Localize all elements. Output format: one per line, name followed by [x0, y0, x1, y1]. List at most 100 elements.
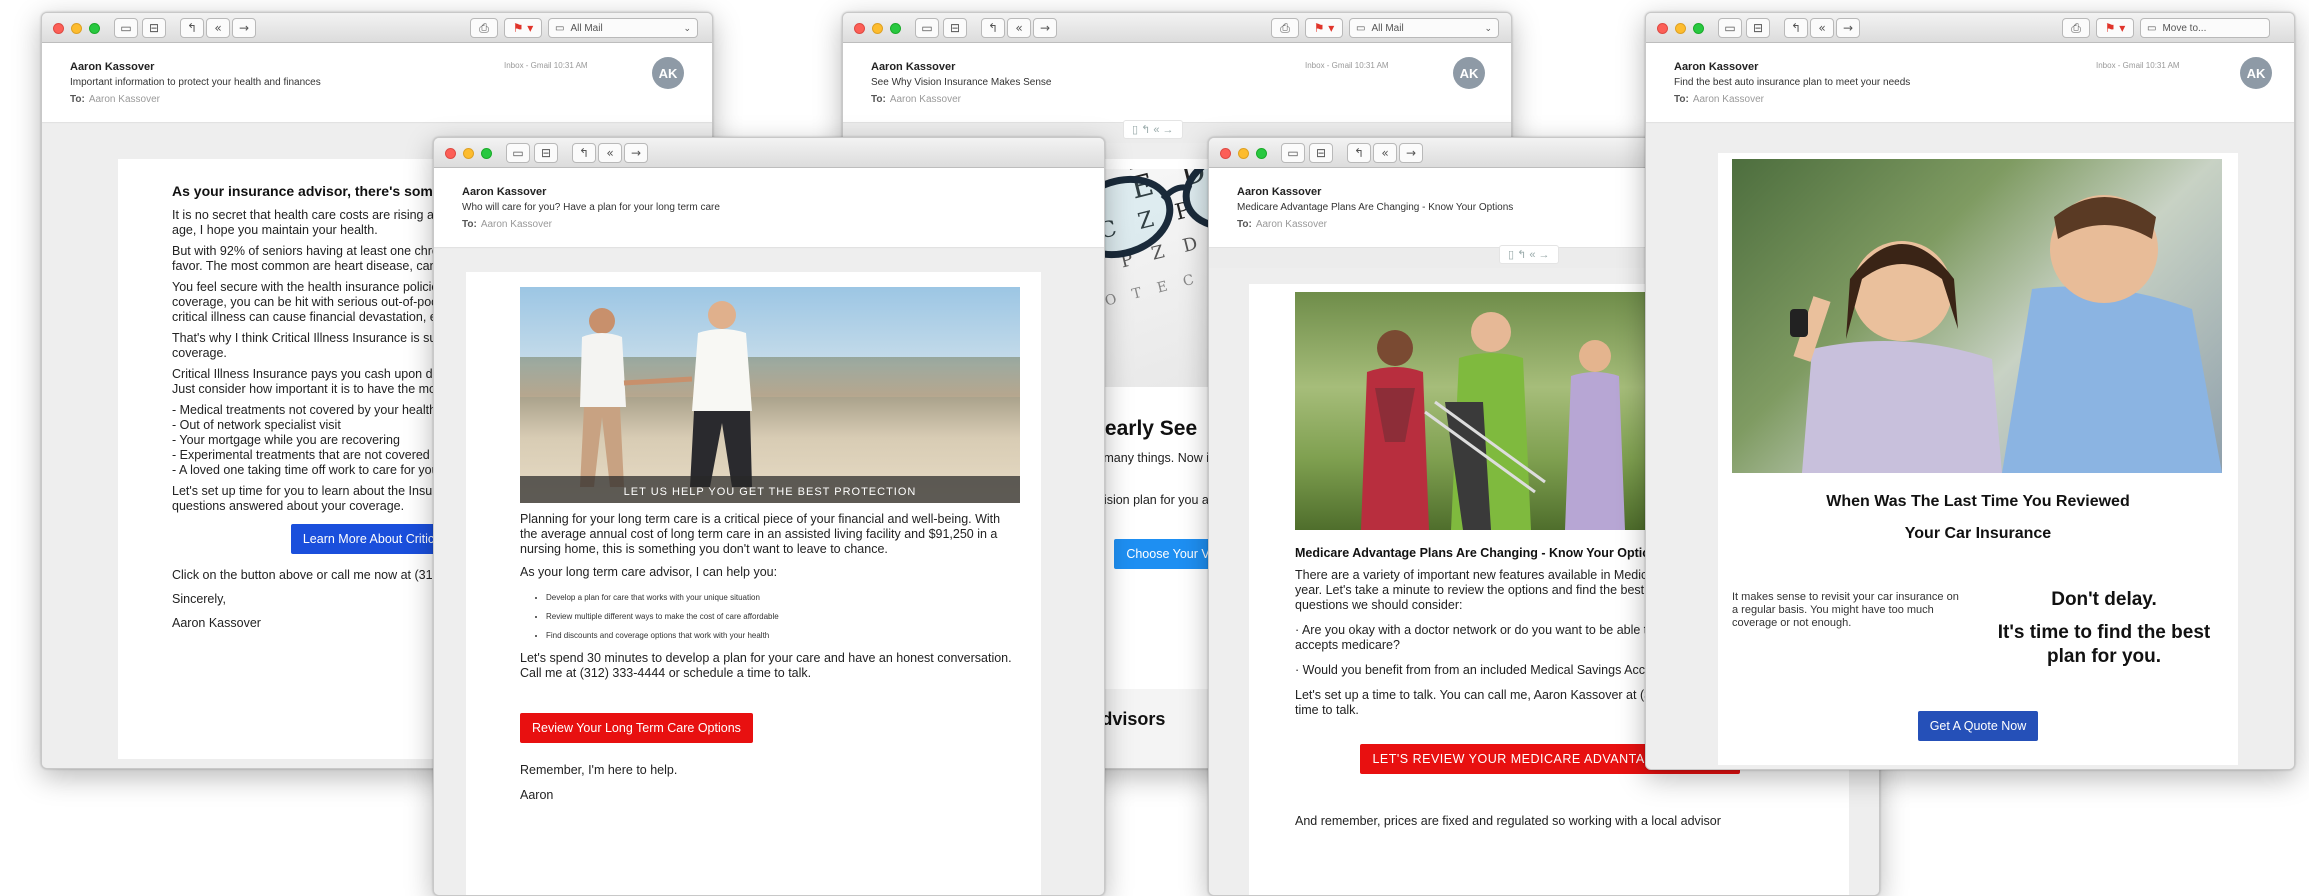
list-item: Review multiple different ways to make t… [546, 609, 1020, 624]
message-subject: Who will care for you? Have a plan for y… [462, 202, 720, 213]
reply-icon[interactable]: ↰ [981, 18, 1005, 38]
forward-icon[interactable]: → [624, 143, 648, 163]
email-heading-line1: When Was The Last Time You Reviewed [1826, 493, 2130, 510]
junk-icon[interactable]: ⊟ [1746, 18, 1770, 38]
message-header: Aaron Kassover Important information to … [42, 43, 712, 123]
junk-icon[interactable]: ⊟ [142, 18, 166, 38]
recipient-line: To: Aaron Kassover [1674, 94, 1764, 105]
archive-icon[interactable]: ▭ [1718, 18, 1742, 38]
print-icon[interactable]: ⎙ [2062, 18, 2090, 38]
sender-name: Aaron Kassover [1237, 186, 1322, 198]
window-toolbar: ▭ ⊟ ↰ « → [434, 138, 1104, 168]
window-toolbar: ▭ ⊟ ↰ « → ⎙ ⚑ ▾ ▭ All Mail ⌄ [843, 13, 1511, 43]
minimize-window-button[interactable] [463, 148, 474, 159]
junk-icon[interactable]: ⊟ [943, 18, 967, 38]
email-window-auto-insurance: ▭ ⊟ ↰ « → ⎙ ⚑ ▾ ▭ Move to... Aaron Kassov… [1645, 12, 2295, 770]
zoom-window-button[interactable] [1256, 148, 1267, 159]
forward-icon[interactable]: → [1836, 18, 1860, 38]
message-actions-bar[interactable]: ▯ ↰ « → [1123, 120, 1183, 139]
message-meta: Inbox - Gmail 10:31 AM [504, 61, 588, 70]
reply-all-icon[interactable]: « [1007, 18, 1031, 38]
mailbox-icon: ▭ [1356, 22, 1366, 34]
recipient-line: To: Aaron Kassover [871, 94, 961, 105]
paragraph: Planning for your long term care is a cr… [520, 512, 1001, 556]
close-window-button[interactable] [1220, 148, 1231, 159]
print-icon[interactable]: ⎙ [470, 18, 498, 38]
reply-icon[interactable]: ↰ [1347, 143, 1371, 163]
reply-all-icon[interactable]: « [1810, 18, 1834, 38]
reply-icon[interactable]: ↰ [180, 18, 204, 38]
sender-name: Aaron Kassover [871, 61, 956, 73]
zoom-window-button[interactable] [890, 23, 901, 34]
mailbox-icon: ▭ [555, 22, 565, 34]
flag-icon[interactable]: ⚑ ▾ [2096, 18, 2134, 38]
reply-all-icon[interactable]: « [1373, 143, 1397, 163]
message-meta: Inbox - Gmail 10:31 AM [2096, 61, 2180, 70]
message-actions-bar[interactable]: ▯ ↰ « → [1499, 245, 1559, 264]
message-subject: See Why Vision Insurance Makes Sense [871, 77, 1052, 88]
email-window-long-term-care: ▭ ⊟ ↰ « → Aaron Kassover Who will care f… [433, 137, 1105, 896]
couple-with-keys-illustration [1790, 195, 2222, 473]
couple-car-keys-photo [1732, 159, 2222, 473]
junk-icon[interactable]: ⊟ [534, 143, 558, 163]
review-options-button[interactable]: Review Your Long Term Care Options [520, 713, 753, 743]
archive-icon[interactable]: ▭ [1281, 143, 1305, 163]
mailbox-select[interactable]: ▭ All Mail ⌄ [548, 18, 698, 38]
signature: Aaron [520, 788, 554, 802]
reply-all-icon[interactable]: « [206, 18, 230, 38]
closing-line: Remember, I'm here to help. [520, 763, 678, 777]
avatar: AK [1453, 57, 1485, 89]
sender-name: Aaron Kassover [70, 61, 155, 73]
couple-illustration [580, 301, 752, 487]
recipient-line: To: Aaron Kassover [70, 94, 160, 105]
archive-icon[interactable]: ▭ [114, 18, 138, 38]
minimize-window-button[interactable] [71, 23, 82, 34]
message-header: Aaron Kassover See Why Vision Insurance … [843, 43, 1511, 123]
reply-all-icon[interactable]: « [598, 143, 622, 163]
archive-icon[interactable]: ▭ [915, 18, 939, 38]
close-window-button[interactable] [53, 23, 64, 34]
print-icon[interactable]: ⎙ [1271, 18, 1299, 38]
zoom-window-button[interactable] [89, 23, 100, 34]
bullet-list: Develop a plan for care that works with … [520, 590, 1020, 643]
zoom-window-button[interactable] [481, 148, 492, 159]
forward-icon[interactable]: → [1399, 143, 1423, 163]
email-content-card: When Was The Last Time You Reviewed Your… [1718, 153, 2238, 765]
reply-icon[interactable]: ↰ [572, 143, 596, 163]
archive-icon[interactable]: ▭ [506, 143, 530, 163]
dont-delay-text: Don't delay. [2051, 589, 2157, 610]
chevron-down-icon: ⌄ [683, 22, 691, 33]
recipient-line: To: Aaron Kassover [462, 219, 552, 230]
list-item: Find discounts and coverage options that… [546, 628, 1020, 643]
close-window-button[interactable] [445, 148, 456, 159]
move-to-select[interactable]: ▭ Move to... [2140, 18, 2270, 38]
mailbox-select[interactable]: ▭ All Mail ⌄ [1349, 18, 1499, 38]
reply-icon[interactable]: ↰ [1784, 18, 1808, 38]
call-to-action-text: It's time to find the best plan for you. [1997, 622, 2211, 667]
close-window-button[interactable] [1657, 23, 1668, 34]
senior-couple-beach-photo: LET US HELP YOU GET THE BEST PROTECTION [520, 287, 1020, 503]
minimize-window-button[interactable] [1675, 23, 1686, 34]
paragraph: It makes sense to revisit your car insur… [1732, 591, 1959, 629]
forward-icon[interactable]: → [232, 18, 256, 38]
zoom-window-button[interactable] [1693, 23, 1704, 34]
email-content-card: LET US HELP YOU GET THE BEST PROTECTION … [466, 272, 1041, 895]
minimize-window-button[interactable] [872, 23, 883, 34]
paragraph: Let's spend 30 minutes to develop a plan… [520, 651, 1012, 680]
list-item: Develop a plan for care that works with … [546, 590, 1020, 605]
message-subject: Find the best auto insurance plan to mee… [1674, 77, 1911, 88]
minimize-window-button[interactable] [1238, 148, 1249, 159]
junk-icon[interactable]: ⊟ [1309, 143, 1333, 163]
message-meta: Inbox - Gmail 10:31 AM [1305, 61, 1389, 70]
paragraph: And remember, prices are fixed and regul… [1295, 814, 1721, 828]
message-header: Aaron Kassover Find the best auto insura… [1646, 43, 2294, 123]
chevron-down-icon: ⌄ [1484, 22, 1492, 33]
get-quote-button[interactable]: Get A Quote Now [1917, 711, 2039, 741]
message-header: Aaron Kassover Who will care for you? Ha… [434, 168, 1104, 248]
forward-icon[interactable]: → [1033, 18, 1057, 38]
flag-icon[interactable]: ⚑ ▾ [504, 18, 542, 38]
close-window-button[interactable] [854, 23, 865, 34]
paragraph: As your long term care advisor, I can he… [520, 565, 778, 579]
recipient-line: To: Aaron Kassover [1237, 219, 1327, 230]
flag-icon[interactable]: ⚑ ▾ [1305, 18, 1343, 38]
